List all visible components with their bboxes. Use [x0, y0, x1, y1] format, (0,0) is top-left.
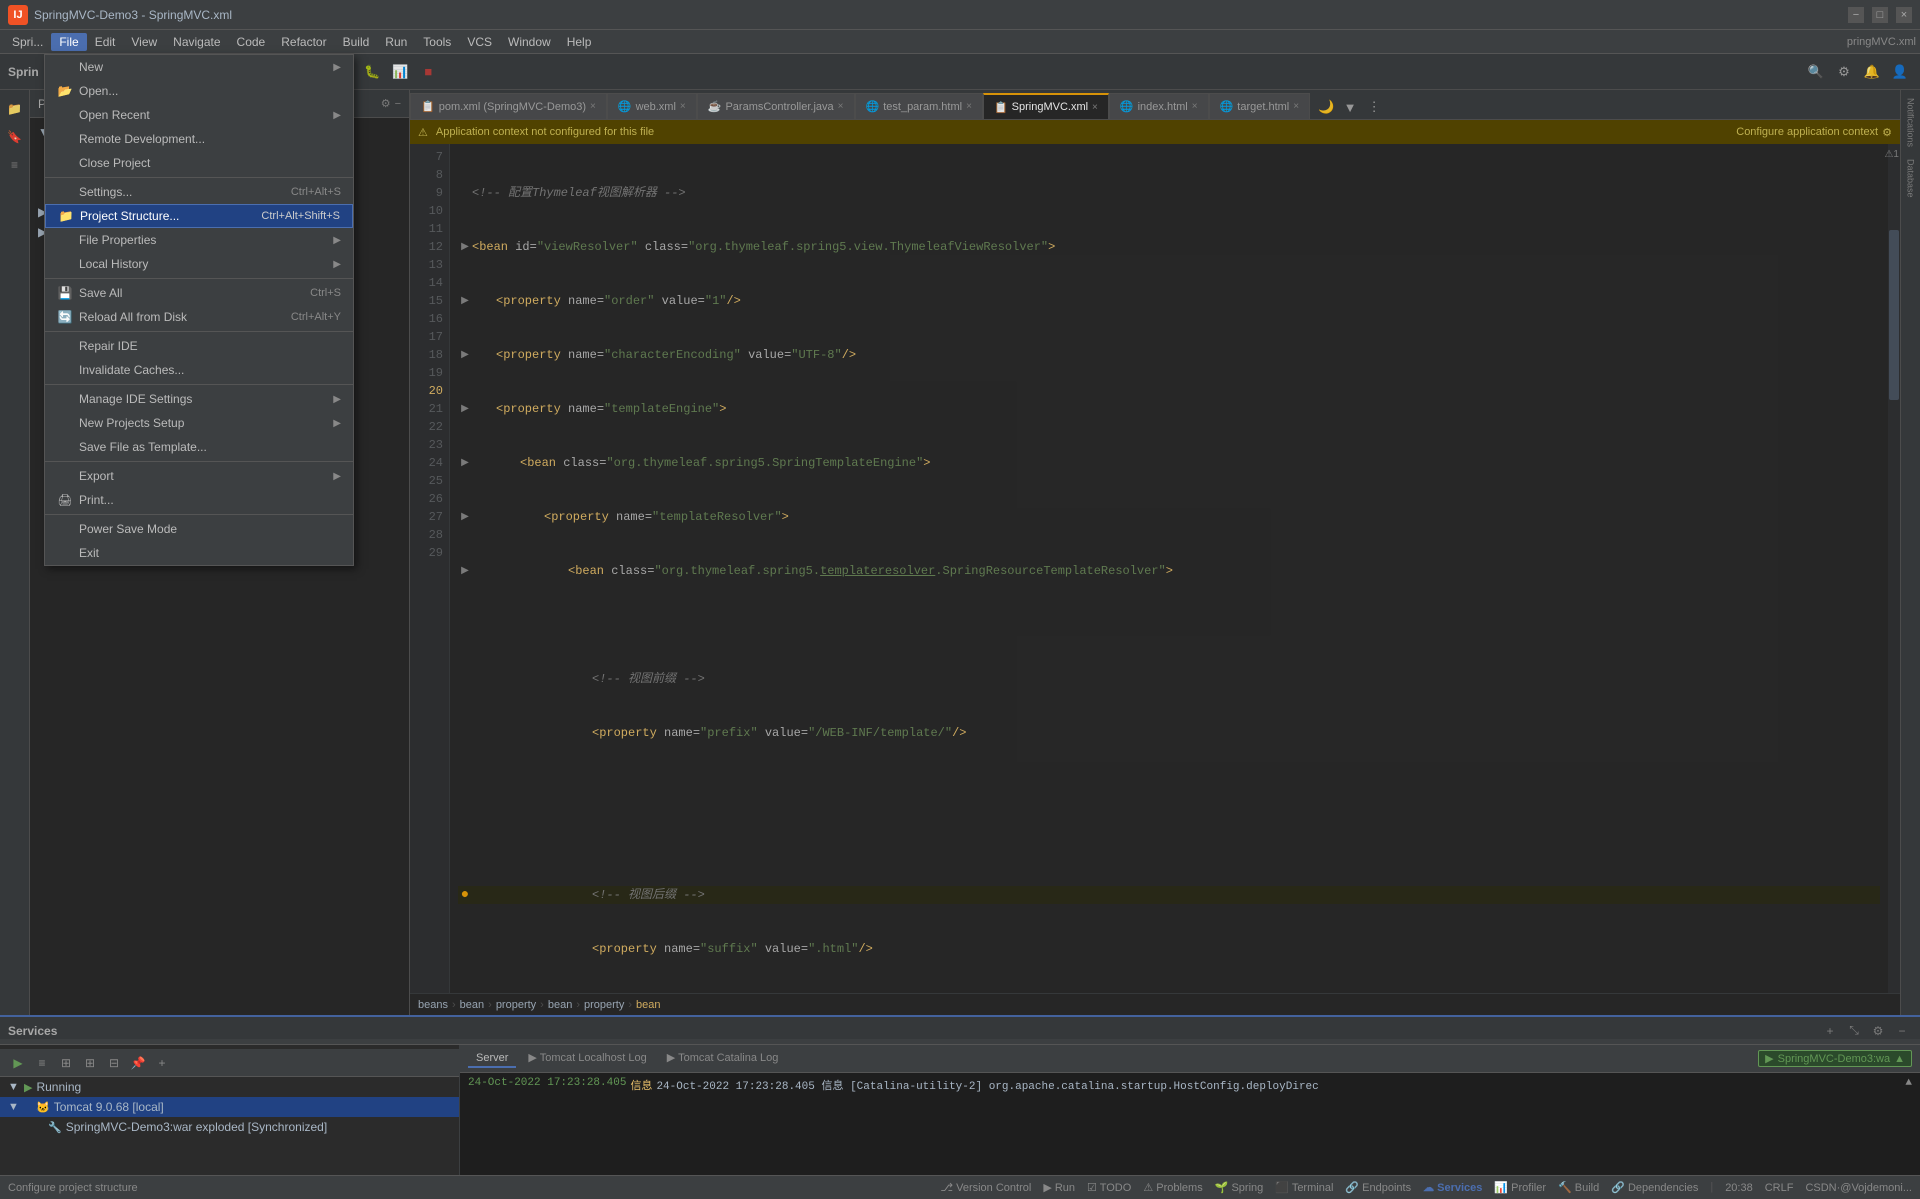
services-new-btn[interactable]: + — [152, 1053, 172, 1073]
menu-item-vcs[interactable]: VCS — [459, 33, 500, 51]
menu-project-structure[interactable]: 📁 Project Structure... Ctrl+Alt+Shift+S — [45, 204, 353, 228]
build-btn[interactable]: 🔨 Build — [1558, 1181, 1599, 1194]
menu-power-save-mode[interactable]: Power Save Mode — [45, 517, 353, 541]
todo-btn[interactable]: ☑ TODO — [1087, 1181, 1131, 1194]
services-status-btn[interactable]: ☁ Services — [1423, 1181, 1482, 1194]
services-list-btn[interactable]: ≡ — [32, 1053, 52, 1073]
menu-remote-dev[interactable]: Remote Development... — [45, 127, 353, 151]
menu-exit[interactable]: Exit — [45, 541, 353, 565]
status-bar: Configure project structure ⎇ Version Co… — [0, 1175, 1920, 1199]
file-path: pringMVC.xml — [1847, 36, 1916, 48]
close-button[interactable]: × — [1896, 7, 1912, 23]
time-display: 20:38 — [1725, 1181, 1753, 1194]
app-icon: IJ — [8, 5, 28, 25]
encoding-btn[interactable]: CSDN·@Vojdemoni... — [1805, 1181, 1912, 1194]
window-title: SpringMVC-Demo3 - SpringMVC.xml — [34, 8, 232, 22]
services-group-btn[interactable]: ⊞ — [80, 1053, 100, 1073]
menu-item-navigate[interactable]: Navigate — [165, 33, 228, 51]
menu-item-code[interactable]: Code — [229, 33, 274, 51]
menu-item-run[interactable]: Run — [377, 33, 415, 51]
log-entry: 24-Oct-2022 17:23:28.405 信息 24-Oct-2022 … — [468, 1077, 1912, 1093]
catalina-log-icon: ▶ — [667, 1052, 675, 1064]
profiler-btn[interactable]: 📊 Profiler — [1494, 1181, 1546, 1194]
menu-close-project[interactable]: Close Project — [45, 151, 353, 175]
dependencies-btn[interactable]: 🔗 Dependencies — [1611, 1181, 1698, 1194]
file-menu-dropdown: New ▶ 📂 Open... Open Recent ▶ Remote Dev… — [44, 54, 354, 566]
menu-invalidate-caches[interactable]: Invalidate Caches... — [45, 358, 353, 382]
menu-item-refactor[interactable]: Refactor — [273, 33, 334, 51]
services-filter-btn[interactable]: ⊟ — [104, 1053, 124, 1073]
title-bar: IJ SpringMVC-Demo3 - SpringMVC.xml − □ × — [0, 0, 1920, 30]
war-icon: 🔧 — [48, 1121, 62, 1134]
menu-item-build[interactable]: Build — [335, 33, 378, 51]
menu-new-projects-setup[interactable]: New Projects Setup ▶ — [45, 411, 353, 435]
dropdown-sep-1 — [45, 177, 353, 178]
menu-save-all[interactable]: 💾 Save All Ctrl+S — [45, 281, 353, 305]
detail-toolbar: ▶ SpringMVC-Demo3:wa ▲ — [1758, 1050, 1912, 1067]
sdt-server[interactable]: Server — [468, 1050, 516, 1068]
svc-war[interactable]: 🔧 SpringMVC-Demo3:war exploded [Synchron… — [0, 1117, 459, 1137]
dropdown-sep-6 — [45, 514, 353, 515]
window-controls: − □ × — [1848, 7, 1912, 23]
running-status: ▶ SpringMVC-Demo3:wa ▲ — [1758, 1050, 1912, 1067]
run-status-btn[interactable]: ▶ Run — [1043, 1181, 1075, 1194]
line-ending-btn[interactable]: CRLF — [1765, 1181, 1794, 1194]
configure-project-link[interactable]: Configure project structure — [8, 1182, 138, 1194]
services-detail-tabs: Server ▶ Tomcat Localhost Log ▶ Tomcat C… — [460, 1045, 1920, 1073]
status-bar-right: ⎇ Version Control ▶ Run ☑ TODO ⚠ Problem… — [940, 1181, 1912, 1194]
menu-new[interactable]: New ▶ — [45, 55, 353, 79]
menu-export[interactable]: Export ▶ — [45, 464, 353, 488]
services-detail: Server ▶ Tomcat Localhost Log ▶ Tomcat C… — [460, 1045, 1920, 1175]
menu-item-file[interactable]: File — [51, 33, 86, 51]
menu-item-help[interactable]: Help — [559, 33, 600, 51]
menu-open-recent[interactable]: Open Recent ▶ — [45, 103, 353, 127]
endpoints-btn[interactable]: 🔗 Endpoints — [1345, 1181, 1411, 1194]
svc-running[interactable]: ▼ ▶ Running — [0, 1077, 459, 1097]
menu-item-spri[interactable]: Spri... — [4, 33, 51, 51]
dropdown-sep-5 — [45, 461, 353, 462]
menu-settings[interactable]: Settings... Ctrl+Alt+S — [45, 180, 353, 204]
menu-file-properties[interactable]: File Properties ▶ — [45, 228, 353, 252]
spring-btn[interactable]: 🌱 Spring — [1215, 1181, 1264, 1194]
tomcat-service-icon: 🐱 — [36, 1101, 50, 1114]
sdt-catalina-log[interactable]: ▶ Tomcat Catalina Log — [659, 1049, 787, 1068]
menu-print[interactable]: 🖨 Print... — [45, 488, 353, 512]
services-tree: ▶ ≡ ⊞ ⊞ ⊟ 📌 + ▼ ▶ Running ▼ 🐱 Tomcat 9.0… — [0, 1045, 460, 1175]
svc-tomcat-label: Tomcat 9.0.68 [local] — [54, 1100, 164, 1114]
services-log: 24-Oct-2022 17:23:28.405 信息 24-Oct-2022 … — [460, 1073, 1920, 1175]
svc-war-label: SpringMVC-Demo3:war exploded [Synchroniz… — [66, 1120, 327, 1134]
services-pin-btn[interactable]: 📌 — [128, 1053, 148, 1073]
menu-item-tools[interactable]: Tools — [415, 33, 459, 51]
dropdown-sep-2 — [45, 278, 353, 279]
sdt-localhost-log[interactable]: ▶ Tomcat Localhost Log — [520, 1049, 654, 1068]
svc-running-label: Running — [36, 1080, 81, 1094]
bottom-panel: Services + ⤡ ⚙ − ▶ ≡ ⊞ ⊞ ⊟ 📌 + ▼ ▶ Runni… — [0, 1015, 1920, 1175]
menu-open[interactable]: 📂 Open... — [45, 79, 353, 103]
terminal-btn[interactable]: ⬛ Terminal — [1275, 1181, 1333, 1194]
menu-item-view[interactable]: View — [123, 33, 165, 51]
minimize-button[interactable]: − — [1848, 7, 1864, 23]
menu-local-history[interactable]: Local History ▶ — [45, 252, 353, 276]
menu-bar: Spri... File Edit View Navigate Code Ref… — [0, 30, 1920, 54]
svc-tomcat[interactable]: ▼ 🐱 Tomcat 9.0.68 [local] — [0, 1097, 459, 1117]
services-run-btn[interactable]: ▶ — [8, 1053, 28, 1073]
dropdown-sep-4 — [45, 384, 353, 385]
localhost-log-icon: ▶ — [528, 1052, 536, 1064]
services-toolbar: ▶ ≡ ⊞ ⊞ ⊟ 📌 + — [0, 1049, 459, 1077]
scroll-to-end-icon[interactable]: ▲ — [1905, 1077, 1912, 1089]
menu-manage-ide-settings[interactable]: Manage IDE Settings ▶ — [45, 387, 353, 411]
menu-item-window[interactable]: Window — [500, 33, 559, 51]
problems-btn[interactable]: ⚠ Problems — [1143, 1181, 1202, 1194]
maximize-button[interactable]: □ — [1872, 7, 1888, 23]
version-control-btn[interactable]: ⎇ Version Control — [940, 1181, 1031, 1194]
menu-repair-ide[interactable]: Repair IDE — [45, 334, 353, 358]
dropdown-sep-3 — [45, 331, 353, 332]
menu-reload-all[interactable]: 🔄 Reload All from Disk Ctrl+Alt+Y — [45, 305, 353, 329]
menu-save-file-template[interactable]: Save File as Template... — [45, 435, 353, 459]
bottom-content: ▶ ≡ ⊞ ⊞ ⊟ 📌 + ▼ ▶ Running ▼ 🐱 Tomcat 9.0… — [0, 1045, 1920, 1175]
running-icon: ▶ — [24, 1081, 32, 1094]
menu-item-edit[interactable]: Edit — [87, 33, 124, 51]
services-tree-btn[interactable]: ⊞ — [56, 1053, 76, 1073]
